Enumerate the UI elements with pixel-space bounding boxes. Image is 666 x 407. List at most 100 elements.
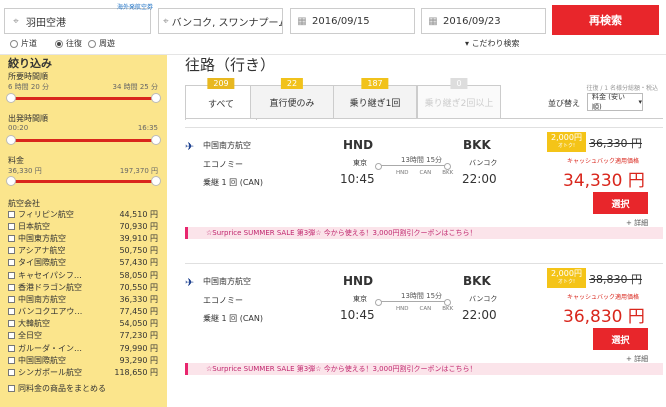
tab-direct-only[interactable]: 22 直行便のみ: [250, 78, 334, 119]
sort-select[interactable]: 料金 (安い順) ▾: [587, 93, 643, 111]
price-slider[interactable]: [6, 176, 161, 186]
promo-banner[interactable]: ☆Surprice SUMMER SALE 第3弾☆ 今から使える！3,000円…: [185, 363, 663, 375]
checkbox[interactable]: [8, 259, 15, 267]
advanced-search-link[interactable]: ▾ こだわり検索: [465, 38, 520, 49]
group-same-price-option[interactable]: 同料金の商品をまとめる: [8, 383, 158, 395]
duration-slider[interactable]: [6, 93, 161, 103]
select-button[interactable]: 選択: [593, 192, 648, 214]
stop-code: CAN: [419, 170, 432, 176]
checkbox[interactable]: [8, 320, 15, 328]
route-line: [375, 163, 451, 170]
slider-handle-min[interactable]: [6, 93, 16, 103]
checkbox[interactable]: [8, 356, 15, 364]
departure-city: 東京: [353, 295, 367, 303]
airline-filter-item[interactable]: 香港ドラゴン航空 70,550 円: [8, 281, 158, 293]
price-filter-label: 料金: [8, 156, 24, 165]
chevron-down-icon: ▾: [638, 98, 642, 106]
promo-banner[interactable]: ☆Surprice SUMMER SALE 第3弾☆ 今から使える！3,000円…: [185, 227, 663, 239]
tab-all[interactable]: 209 すべて: [185, 78, 257, 120]
airline-filter-item[interactable]: キャセイパシフ… 58,050 円: [8, 269, 158, 281]
overseas-departure-link[interactable]: 海外発航空券: [117, 2, 153, 11]
airline-min-price: 50,750 円: [119, 246, 158, 256]
tabs-divider: [185, 118, 663, 119]
transfer-info: 乗継 1 回 (CAN): [203, 178, 264, 187]
checkbox[interactable]: [8, 283, 15, 291]
origin-field[interactable]: ⌖ 羽田空港: [4, 8, 151, 34]
trip-type-roundtrip[interactable]: 往復: [55, 38, 82, 49]
checkbox[interactable]: [8, 385, 15, 393]
checkbox[interactable]: [8, 222, 15, 230]
checkbox[interactable]: [8, 308, 15, 316]
checkbox[interactable]: [8, 369, 15, 377]
airline-filter-item[interactable]: タイ国際航空 57,430 円: [8, 257, 158, 269]
slider-handle-max[interactable]: [151, 135, 161, 145]
calendar-icon: ▦: [297, 15, 307, 27]
duration-max: 34 時間 25 分: [112, 83, 159, 91]
departure-airport-code: HND: [343, 274, 374, 288]
location-pin-icon: ⌖: [163, 15, 169, 27]
airline-name: 中国東方航空: [18, 233, 66, 243]
sort-label: 並び替え: [548, 99, 580, 108]
tab-one-transfer[interactable]: 187 乗り継ぎ1回: [333, 78, 417, 119]
duration-filter-label: 所要時間順: [8, 72, 48, 81]
airline-filter-item[interactable]: 全日空 77,230 円: [8, 330, 158, 342]
cabin-class: エコノミー: [203, 160, 243, 169]
airline-filter-item[interactable]: 中国南方航空 36,330 円: [8, 293, 158, 305]
airline-name: 中国南方航空: [203, 141, 251, 150]
price-basis-note: 往復 / 1 名様分総額・税込: [586, 85, 658, 92]
route-line: [375, 299, 451, 306]
slider-handle-max[interactable]: [151, 176, 161, 186]
depart-date-field[interactable]: ▦ 2016/09/15: [290, 8, 415, 34]
airline-filter-item[interactable]: シンガポール航空 118,650 円: [8, 366, 158, 378]
select-button[interactable]: 選択: [593, 328, 648, 350]
trip-type-oneway[interactable]: 片道: [10, 38, 37, 49]
destination-field[interactable]: ⌖ バンコク, スワンナプーム国際: [158, 8, 283, 34]
checkbox[interactable]: [8, 234, 15, 242]
tab-two-plus-transfers[interactable]: 0 乗り継ぎ2回以上: [417, 78, 501, 119]
original-price: 38,830 円: [589, 273, 642, 286]
airline-name: キャセイパシフ…: [18, 270, 82, 280]
airline-filter-item[interactable]: フィリピン航空 44,510 円: [8, 208, 158, 220]
trip-type-multicity[interactable]: 周遊: [88, 38, 115, 49]
radio-multicity[interactable]: [88, 39, 96, 48]
route-stops: HND CAN BKK: [396, 170, 453, 176]
slider-handle-min[interactable]: [6, 176, 16, 186]
airline-filter-item[interactable]: 日本航空 70,930 円: [8, 220, 158, 232]
tab-count-badge: 209: [207, 78, 235, 89]
radio-roundtrip[interactable]: [55, 39, 63, 48]
slider-handle-max[interactable]: [151, 93, 161, 103]
flight-result-card: ✈ 中国南方航空 エコノミー 乗継 1 回 (CAN) HND BKK 東京 1…: [185, 263, 663, 389]
airline-filter-item[interactable]: 中国国際航空 93,290 円: [8, 354, 158, 366]
research-button[interactable]: 再検索: [552, 5, 659, 35]
cashback-label: キャッシュバック適用価格: [567, 158, 640, 165]
radio-oneway[interactable]: [10, 39, 18, 48]
airline-name: 香港ドラゴン航空: [18, 282, 82, 292]
checkbox[interactable]: [8, 271, 15, 279]
checkbox[interactable]: [8, 210, 15, 218]
airline-filter-item[interactable]: アシアナ航空 50,750 円: [8, 245, 158, 257]
airline-filter-item[interactable]: ガルーダ・イン… 79,990 円: [8, 342, 158, 354]
original-price: 36,330 円: [589, 137, 642, 150]
arrival-airport-code: BKK: [463, 274, 491, 288]
slider-handle-min[interactable]: [6, 135, 16, 145]
stop-code: BKK: [442, 170, 454, 176]
checkbox[interactable]: [8, 295, 15, 303]
depart-date-value: 2016/09/15: [312, 15, 370, 27]
airline-filter-item[interactable]: バンコクエアウ… 77,450 円: [8, 306, 158, 318]
checkbox[interactable]: [8, 332, 15, 340]
airline-filter-item[interactable]: 中国東方航空 39,910 円: [8, 232, 158, 244]
route-stops: HND CAN BKK: [396, 306, 453, 312]
discount-amount: 2,000円: [551, 133, 582, 142]
return-date-field[interactable]: ▦ 2016/09/23: [421, 8, 546, 34]
airline-name: 大韓航空: [18, 319, 50, 329]
checkbox[interactable]: [8, 344, 15, 352]
search-bar: ⌖ 羽田空港 海外発航空券 ⌖ バンコク, スワンナプーム国際 ▦ 2016/0…: [0, 0, 666, 55]
flight-result-card: ✈ 中国南方航空 エコノミー 乗継 1 回 (CAN) HND BKK 東京 1…: [185, 127, 663, 253]
destination-value: バンコク, スワンナプーム国際: [171, 17, 282, 29]
departure-slider[interactable]: [6, 135, 161, 145]
airline-filter-item[interactable]: 大韓航空 54,050 円: [8, 318, 158, 330]
airline-min-price: 93,290 円: [119, 355, 158, 365]
departure-time: 10:45: [340, 172, 375, 186]
checkbox[interactable]: [8, 247, 15, 255]
flight-duration: 13時間 15分: [401, 292, 443, 300]
